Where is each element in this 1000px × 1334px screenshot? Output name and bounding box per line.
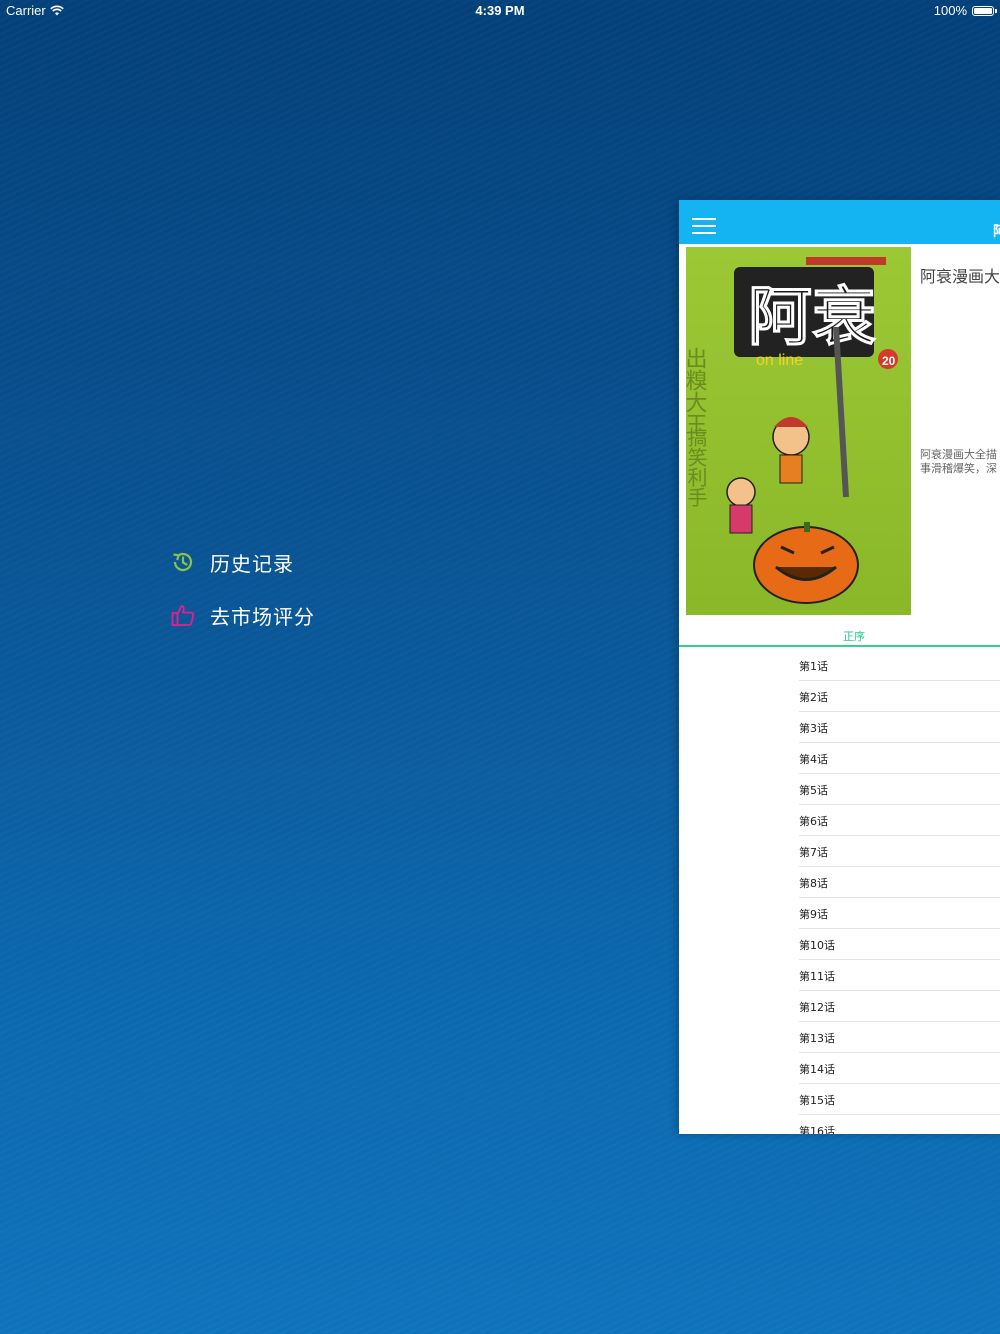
menu-label-rate: 去市场评分 — [210, 604, 315, 629]
chapter-label: 第2话 — [799, 691, 828, 704]
status-bar: Carrier 4:39 PM 100% — [0, 0, 1000, 22]
chapter-label: 第6话 — [799, 815, 828, 828]
chapter-label: 第3话 — [799, 722, 828, 735]
chapter-item[interactable]: 第2话 — [799, 681, 1000, 712]
sort-tab-indicator — [679, 645, 1000, 647]
battery-icon — [972, 5, 997, 16]
cover-title: 阿衰 — [748, 280, 876, 355]
chapter-label: 第9话 — [799, 908, 828, 921]
chapter-item[interactable]: 第6话 — [799, 805, 1000, 836]
battery-percent: 100% — [933, 3, 967, 18]
side-menu: 历史记录 去市场评分 — [170, 545, 315, 651]
menu-item-rate[interactable]: 去市场评分 — [170, 598, 315, 632]
nav-title: 阿 — [993, 221, 1000, 241]
hamburger-menu-icon[interactable] — [692, 218, 716, 236]
chapter-label: 第1话 — [799, 660, 828, 673]
chapter-item[interactable]: 第8话 — [799, 867, 1000, 898]
chapter-item[interactable]: 第5话 — [799, 774, 1000, 805]
chapter-item[interactable]: 第3话 — [799, 712, 1000, 743]
chapter-item[interactable]: 第4话 — [799, 743, 1000, 774]
menu-label-history: 历史记录 — [210, 551, 294, 576]
sort-order-label: 正序 — [843, 630, 865, 643]
menu-item-history[interactable]: 历史记录 — [170, 545, 315, 579]
chapter-item[interactable]: 第14话 — [799, 1053, 1000, 1084]
comic-detail-panel: 阿 出糗大王 搞笑利手 阿衰 on line 20 — [679, 200, 1000, 1134]
cover-volume: 20 — [882, 354, 896, 368]
chapter-label: 第14话 — [799, 1063, 835, 1076]
chapter-item[interactable]: 第1话 — [799, 650, 1000, 681]
chapter-label: 第7话 — [799, 846, 828, 859]
status-time: 4:39 PM — [475, 3, 525, 18]
chapter-label: 第10话 — [799, 939, 835, 952]
battery-fill — [974, 7, 992, 14]
chapter-item[interactable]: 第7话 — [799, 836, 1000, 867]
chapter-item[interactable]: 第15话 — [799, 1084, 1000, 1115]
chapter-item[interactable]: 第16话 — [799, 1115, 1000, 1134]
comic-cover-image[interactable]: 出糗大王 搞笑利手 阿衰 on line 20 — [686, 247, 911, 615]
chapter-label: 第16话 — [799, 1125, 835, 1134]
chapter-item[interactable]: 第9话 — [799, 898, 1000, 929]
chapter-item[interactable]: 第13话 — [799, 1022, 1000, 1053]
svg-text:出糗大王: 出糗大王 — [686, 347, 708, 435]
chapter-label: 第8话 — [799, 877, 828, 890]
chapter-label: 第4话 — [799, 753, 828, 766]
chapter-label: 第5话 — [799, 784, 828, 797]
chapter-item[interactable]: 第10话 — [799, 929, 1000, 960]
sort-order-tab[interactable]: 正序 — [679, 620, 1000, 646]
chapter-item[interactable]: 第11话 — [799, 960, 1000, 991]
chapter-label: 第11话 — [799, 970, 835, 983]
chapter-label: 第12话 — [799, 1001, 835, 1014]
navbar: 阿 — [679, 200, 1000, 244]
chapter-label: 第13话 — [799, 1032, 835, 1045]
chapter-list: 第1话 第2话 第3话 第4话 第5话 第6话 第7话 第8话 第9话 第10话… — [679, 650, 1000, 1134]
cover-subtitle: on line — [756, 352, 803, 369]
thumbs-up-icon — [170, 602, 196, 628]
comic-description-line1: 阿衰漫画大全描 — [920, 448, 997, 461]
chapter-label: 第15话 — [799, 1094, 835, 1107]
chapter-item[interactable]: 第12话 — [799, 991, 1000, 1022]
cover-art: 出糗大王 搞笑利手 阿衰 on line 20 — [686, 247, 911, 615]
comic-description: 阿衰漫画大全描 事滑稽爆笑，深 — [920, 448, 997, 476]
comic-title: 阿衰漫画大 — [920, 267, 1000, 286]
status-right: 100% — [933, 3, 997, 18]
history-icon — [170, 549, 196, 575]
comic-description-line2: 事滑稽爆笑，深 — [920, 462, 997, 475]
svg-text:搞笑利手: 搞笑利手 — [686, 427, 708, 507]
